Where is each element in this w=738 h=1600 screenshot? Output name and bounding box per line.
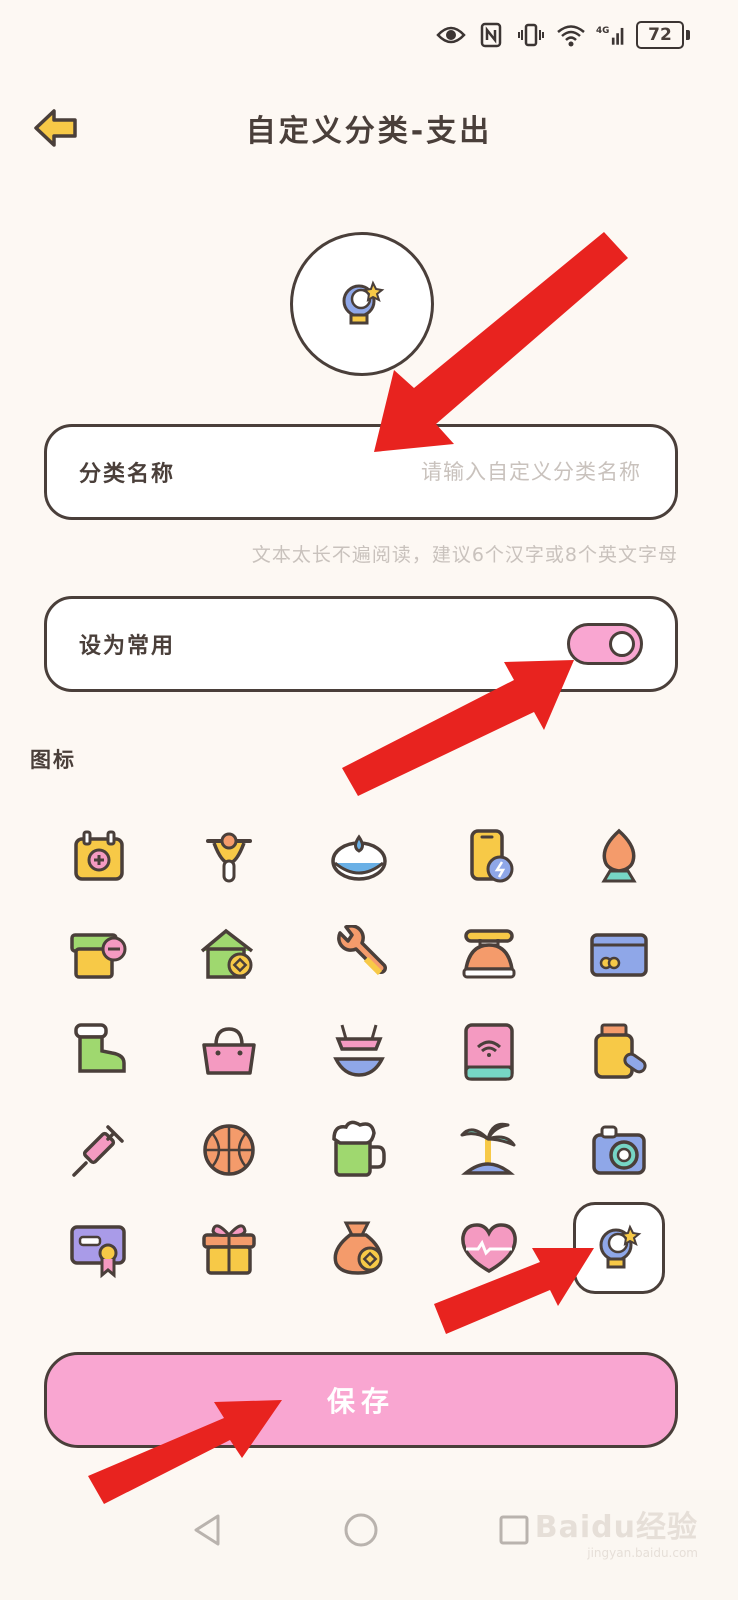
icon-option[interactable] xyxy=(44,904,154,1004)
nav-back-button[interactable] xyxy=(186,1508,230,1552)
watermark: Baidu经验 jingyan.baidu.com xyxy=(535,1502,698,1560)
icon-option[interactable] xyxy=(434,904,544,1004)
crystal-ball-star-icon xyxy=(342,280,385,325)
icon-option[interactable] xyxy=(174,806,284,906)
handbag-icon xyxy=(202,1027,256,1075)
palm-island-icon xyxy=(460,1122,516,1175)
basketball-icon xyxy=(203,1124,255,1176)
watermark-subtext: jingyan.baidu.com xyxy=(587,1546,698,1560)
calendar-plus-icon xyxy=(74,830,124,881)
set-common-toggle[interactable] xyxy=(567,623,643,665)
icon-option[interactable] xyxy=(44,1198,154,1298)
icon-option[interactable] xyxy=(174,1002,284,1102)
icon-option[interactable] xyxy=(564,806,674,906)
icon-option[interactable] xyxy=(304,1002,414,1102)
svg-text:4G: 4G xyxy=(596,26,609,36)
camera-icon xyxy=(592,1125,646,1175)
status-bar: 4G 72 xyxy=(436,16,690,54)
nav-home-button[interactable] xyxy=(339,1508,383,1552)
icon-option[interactable] xyxy=(564,1100,674,1200)
nfc-icon xyxy=(476,20,506,50)
page-title: 自定义分类-支出 xyxy=(245,114,493,149)
category-name-label: 分类名称 xyxy=(79,462,176,487)
credit-card-icon xyxy=(590,933,648,977)
certificate-icon xyxy=(70,1225,126,1279)
icon-option[interactable] xyxy=(174,1198,284,1298)
icon-option[interactable] xyxy=(434,1198,544,1298)
house-coin-icon xyxy=(200,928,254,979)
phone-charge-icon xyxy=(470,829,514,883)
wifi-router-icon xyxy=(464,1023,514,1081)
category-name-input[interactable] xyxy=(175,459,643,485)
triangle-back-icon xyxy=(194,1514,220,1546)
icon-option[interactable] xyxy=(44,1002,154,1102)
bikini-icon xyxy=(333,1024,385,1077)
icon-option[interactable] xyxy=(304,904,414,1004)
icon-option[interactable] xyxy=(304,1100,414,1200)
medicine-bottle-icon xyxy=(594,1023,647,1079)
icon-option[interactable] xyxy=(564,1002,674,1102)
money-bag-icon xyxy=(333,1221,383,1275)
selected-icon-frame xyxy=(573,1202,665,1294)
toggle-knob xyxy=(609,631,635,657)
syringe-icon xyxy=(72,1125,124,1177)
rotary-phone-icon xyxy=(462,929,516,979)
crystal-ball-star-icon xyxy=(599,1224,642,1269)
icon-option-selected[interactable] xyxy=(564,1198,674,1298)
watermark-text: Baidu经验 xyxy=(534,1510,698,1545)
icon-option[interactable] xyxy=(174,1100,284,1200)
eye-icon xyxy=(436,20,466,50)
icon-grid xyxy=(44,806,694,1306)
nav-recents-button[interactable] xyxy=(492,1508,536,1552)
icons-section-title: 图标 xyxy=(30,748,76,772)
selected-icon-preview xyxy=(290,232,434,376)
boot-icon xyxy=(74,1023,126,1073)
icon-option[interactable] xyxy=(304,1198,414,1298)
square-recents-icon xyxy=(499,1515,529,1545)
battery-indicator: 72 xyxy=(636,21,684,49)
icon-option[interactable] xyxy=(564,904,674,1004)
beer-mug-icon xyxy=(332,1120,386,1177)
signal-icon: 4G xyxy=(596,20,626,50)
icon-option[interactable] xyxy=(434,1002,544,1102)
set-common-label: 设为常用 xyxy=(79,634,176,659)
set-common-row: 设为常用 xyxy=(44,596,678,692)
circle-home-icon xyxy=(344,1513,378,1547)
campfire-icon xyxy=(601,828,637,883)
name-length-hint: 文本太长不遍阅读，建议6个汉字或8个英文字母 xyxy=(251,544,678,566)
category-name-field: 分类名称 xyxy=(44,424,678,520)
wrench-icon xyxy=(337,925,387,976)
icon-option[interactable] xyxy=(44,806,154,906)
icon-option[interactable] xyxy=(304,806,414,906)
vibrate-icon xyxy=(516,20,546,50)
icon-option[interactable] xyxy=(434,806,544,906)
icon-option[interactable] xyxy=(434,1100,544,1200)
battery-tip xyxy=(686,30,690,40)
icon-option[interactable] xyxy=(44,1100,154,1200)
scooter-icon xyxy=(206,832,252,883)
water-drop-bowl-icon xyxy=(331,834,387,881)
wifi-icon xyxy=(556,20,586,50)
heart-wave-icon xyxy=(461,1223,517,1274)
save-button[interactable]: 保存 xyxy=(44,1352,678,1448)
box-minus-icon xyxy=(70,933,127,979)
icon-option[interactable] xyxy=(174,904,284,1004)
gift-box-icon xyxy=(202,1224,256,1275)
